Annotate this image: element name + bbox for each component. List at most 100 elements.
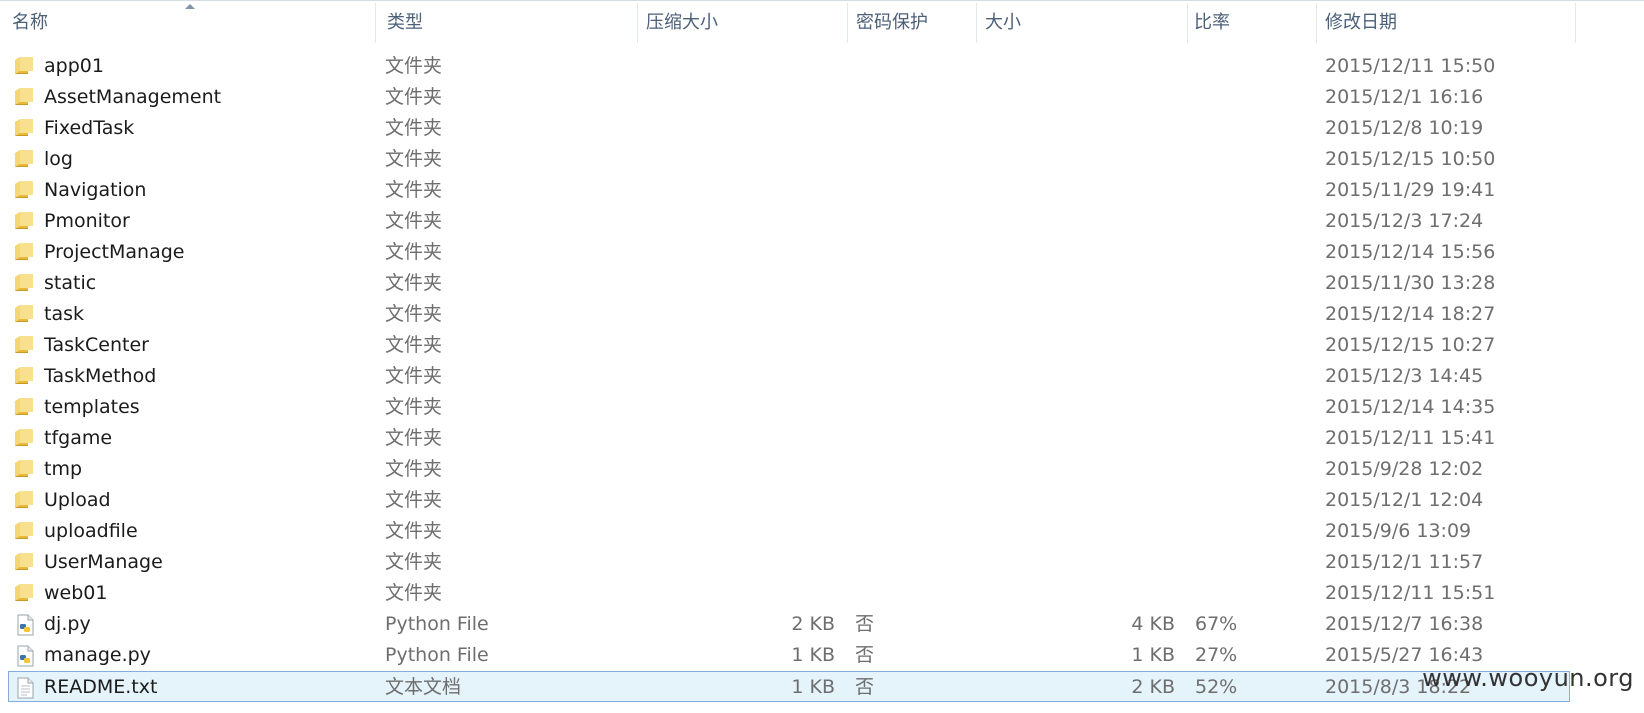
file-row[interactable]: tfgame 文件夹 2015/12/11 15:41 [0, 423, 1644, 454]
file-compressed-size [640, 423, 835, 454]
file-size [980, 51, 1175, 82]
file-size [980, 144, 1175, 175]
file-compressed-size [640, 175, 835, 206]
file-name: Upload [44, 489, 111, 511]
file-compressed-size [640, 237, 835, 268]
file-type: 文件夹 [385, 365, 443, 387]
file-name: static [44, 272, 97, 294]
file-type: 文件夹 [385, 272, 443, 294]
file-modified-date: 2015/12/8 10:19 [1325, 117, 1484, 139]
file-type: 文件夹 [385, 303, 443, 325]
file-modified-date: 2015/12/14 18:27 [1325, 303, 1496, 325]
file-modified-date: 2015/9/28 12:02 [1325, 458, 1484, 480]
file-row[interactable]: TaskMethod 文件夹 2015/12/3 14:45 [0, 361, 1644, 392]
file-row[interactable]: README.txt 文本文档 1 KB 否 2 KB 52% 2015/8/3 18:22 [8, 671, 1570, 702]
file-type: 文件夹 [385, 520, 443, 542]
file-compressed-size: 2 KB [791, 613, 835, 635]
file-row[interactable]: FixedTask 文件夹 2015/12/8 10:19 [0, 113, 1644, 144]
file-row[interactable]: log 文件夹 2015/12/15 10:50 [0, 144, 1644, 175]
column-header-bar: 名称 类型 压缩大小 密码保护 大小 比率 修改日期 [0, 0, 1644, 45]
file-modified-date: 2015/9/6 13:09 [1325, 520, 1472, 542]
column-header-type[interactable]: 类型 [375, 1, 637, 45]
file-type: 文件夹 [385, 334, 443, 356]
file-modified-date: 2015/12/14 14:35 [1325, 396, 1496, 418]
folder-icon [14, 392, 38, 423]
file-name: README.txt [44, 676, 158, 698]
file-modified-date: 2015/12/11 15:41 [1325, 427, 1496, 449]
file-row[interactable]: ProjectManage 文件夹 2015/12/14 15:56 [0, 237, 1644, 268]
file-row[interactable]: Upload 文件夹 2015/12/1 12:04 [0, 485, 1644, 516]
file-row[interactable]: dj.py Python File 2 KB 否 4 KB 67% 2015/12/7 16… [0, 609, 1644, 640]
file-compressed-size: 1 KB [791, 644, 835, 666]
file-compressed-size [640, 392, 835, 423]
file-size [980, 330, 1175, 361]
folder-icon [14, 113, 38, 144]
folder-icon [14, 547, 38, 578]
folder-icon [14, 423, 38, 454]
file-row[interactable]: app01 文件夹 2015/12/11 15:50 [0, 51, 1644, 82]
file-compressed-size [640, 82, 835, 113]
file-size: 2 KB [1131, 676, 1175, 698]
file-type: 文件夹 [385, 427, 443, 449]
file-name: dj.py [44, 613, 91, 635]
column-header-ratio[interactable]: 比率 [1182, 1, 1312, 45]
file-row[interactable]: tmp 文件夹 2015/9/28 12:02 [0, 454, 1644, 485]
file-row[interactable]: UserManage 文件夹 2015/12/1 11:57 [0, 547, 1644, 578]
file-row[interactable]: manage.py Python File 1 KB 否 1 KB 27% 2015/5/2… [0, 640, 1644, 671]
file-modified-date: 2015/12/3 14:45 [1325, 365, 1484, 387]
file-row[interactable]: AssetManagement 文件夹 2015/12/1 16:16 [0, 82, 1644, 113]
folder-icon [14, 237, 38, 268]
file-row[interactable]: uploadfile 文件夹 2015/9/6 13:09 [0, 516, 1644, 547]
file-modified-date: 2015/12/15 10:50 [1325, 148, 1496, 170]
file-name: Navigation [44, 179, 147, 201]
file-size [980, 82, 1175, 113]
column-header-size[interactable]: 大小 [973, 1, 1183, 45]
folder-icon [14, 268, 38, 299]
file-type: 文件夹 [385, 582, 443, 604]
file-compressed-size [640, 299, 835, 330]
folder-icon [14, 361, 38, 392]
folder-icon [14, 299, 38, 330]
file-modified-date: 2015/12/15 10:27 [1325, 334, 1496, 356]
column-divider[interactable] [1575, 3, 1576, 43]
file-name: TaskMethod [44, 365, 157, 387]
file-compressed-size [640, 454, 835, 485]
file-type: 文件夹 [385, 458, 443, 480]
file-ratio: 67% [1195, 613, 1238, 635]
column-header-encrypted[interactable]: 密码保护 [844, 1, 976, 45]
file-size: 1 KB [1131, 644, 1175, 666]
file-type: 文件夹 [385, 551, 443, 573]
folder-icon [14, 454, 38, 485]
file-encrypted: 否 [855, 676, 875, 698]
file-name: ProjectManage [44, 241, 185, 263]
file-size [980, 237, 1175, 268]
file-row[interactable]: static 文件夹 2015/11/30 13:28 [0, 268, 1644, 299]
file-type: 文件夹 [385, 241, 443, 263]
column-header-modified[interactable]: 修改日期 [1313, 1, 1573, 45]
file-size [980, 299, 1175, 330]
python-file-icon [14, 609, 38, 640]
file-row[interactable]: web01 文件夹 2015/12/11 15:51 [0, 578, 1644, 609]
file-modified-date: 2015/12/14 15:56 [1325, 241, 1496, 263]
file-row[interactable]: Pmonitor 文件夹 2015/12/3 17:24 [0, 206, 1644, 237]
file-type: 文本文档 [385, 676, 462, 698]
file-name: Pmonitor [44, 210, 130, 232]
folder-icon [14, 175, 38, 206]
python-file-icon [14, 640, 38, 671]
column-header-name[interactable]: 名称 [0, 1, 375, 45]
column-header-compressed-size[interactable]: 压缩大小 [634, 1, 847, 45]
file-size [980, 268, 1175, 299]
file-type: 文件夹 [385, 86, 443, 108]
file-compressed-size [640, 144, 835, 175]
file-size: 4 KB [1131, 613, 1175, 635]
file-type: 文件夹 [385, 210, 443, 232]
file-row[interactable]: templates 文件夹 2015/12/14 14:35 [0, 392, 1644, 423]
folder-icon [14, 51, 38, 82]
file-encrypted: 否 [855, 613, 875, 635]
file-row[interactable]: task 文件夹 2015/12/14 18:27 [0, 299, 1644, 330]
file-name: tfgame [44, 427, 113, 449]
file-row[interactable]: TaskCenter 文件夹 2015/12/15 10:27 [0, 330, 1644, 361]
file-type: 文件夹 [385, 148, 443, 170]
file-row[interactable]: Navigation 文件夹 2015/11/29 19:41 [0, 175, 1644, 206]
file-modified-date: 2015/12/11 15:50 [1325, 55, 1496, 77]
